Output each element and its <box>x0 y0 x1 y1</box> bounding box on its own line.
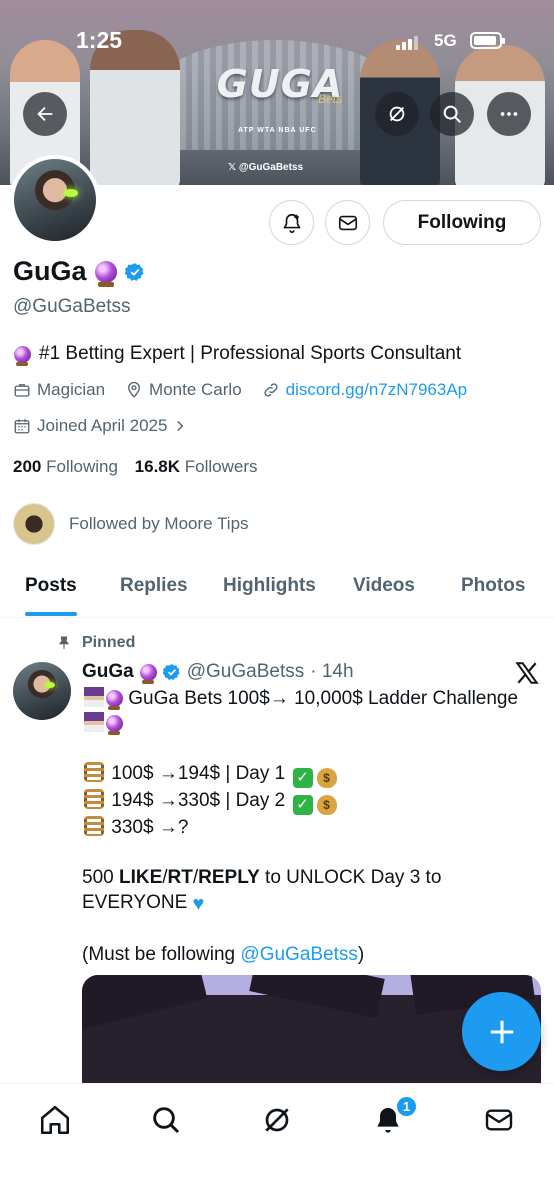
blue-heart-icon: ♥ <box>192 893 205 915</box>
nav-home[interactable] <box>37 1102 73 1138</box>
notifications-badge: 1 <box>395 1095 418 1118</box>
crystal-ball-icon <box>106 715 123 736</box>
nav-search[interactable] <box>148 1102 184 1138</box>
crystal-ball-icon <box>14 345 31 366</box>
crystal-ball-icon <box>139 663 157 684</box>
follow-counts: 200 Following 16.8K Followers <box>13 457 258 477</box>
followed-by-row[interactable]: Followed by Moore Tips <box>13 503 249 545</box>
compose-button[interactable] <box>462 992 541 1071</box>
profile-link[interactable]: discord.gg/n7zN7963Ap <box>286 380 467 400</box>
chevron-right-icon <box>177 420 184 432</box>
tweet-step-2: 194$ →330$ | Day 2 ✓ $ <box>82 788 522 815</box>
back-button[interactable] <box>23 92 67 136</box>
following-button[interactable]: Following <box>383 200 541 245</box>
banner-logo-sub: Bets <box>318 92 343 106</box>
money-bag-emoji-icon: $ <box>316 795 337 815</box>
pin-icon <box>58 636 70 649</box>
grok-icon <box>265 1108 289 1132</box>
pinned-text: Pinned <box>82 634 136 651</box>
grok-button[interactable] <box>375 92 419 136</box>
nav-messages[interactable] <box>481 1102 517 1138</box>
crystal-ball-icon <box>106 690 123 711</box>
grok-icon <box>389 106 405 122</box>
search-icon <box>153 1107 180 1134</box>
ladder-emoji-icon <box>84 789 104 809</box>
tweet-avatar[interactable] <box>13 662 71 720</box>
tweet-line-1: GuGa Bets 100$→ 10,000$ Ladder Challenge <box>82 686 522 736</box>
profile-category: Magician <box>37 380 106 399</box>
tweet-body: GuGa Bets 100$→ 10,000$ Ladder Challenge… <box>82 686 522 967</box>
signal-icon <box>396 36 418 50</box>
pinned-label-row: Pinned <box>56 634 135 652</box>
tweet-mention-link[interactable]: @GuGaBetss <box>240 944 358 965</box>
bottom-navigation <box>0 1083 554 1200</box>
nav-grok[interactable] <box>259 1102 295 1138</box>
battery-icon <box>470 32 505 49</box>
profile-meta: Magician Monte Carlo discord.gg/n7zN7963… <box>13 380 467 400</box>
avatar-eye-glow <box>45 682 55 688</box>
profile-bio: #1 Betting Expert | Professional Sports … <box>14 343 462 366</box>
home-icon <box>40 1105 70 1135</box>
plus-icon <box>490 1020 513 1043</box>
profile-joined[interactable]: Joined April 2025 <box>13 416 187 436</box>
check-emoji-icon: ✓ <box>292 768 313 788</box>
more-dots-icon <box>500 112 518 116</box>
tab-videos[interactable]: Videos <box>353 560 415 612</box>
network-label: 5G <box>434 31 457 50</box>
profile-name: GuGa <box>13 256 87 286</box>
tweet-header: GuGa @GuGaBetss · 14h <box>82 661 354 684</box>
link-icon <box>264 383 278 397</box>
profile-tabs: Posts Replies Highlights Videos Photos <box>0 560 554 618</box>
location-pin-icon <box>128 381 140 398</box>
tweet-time[interactable]: · 14h <box>310 661 353 683</box>
crystal-ball-icon <box>94 260 117 287</box>
tab-photos[interactable]: Photos <box>461 560 525 612</box>
tab-highlights[interactable]: Highlights <box>223 560 316 612</box>
check-emoji-icon: ✓ <box>292 795 313 815</box>
wizard-emoji-icon <box>84 712 104 732</box>
status-time: 1:25 <box>76 27 123 53</box>
verified-badge-icon[interactable] <box>124 262 145 282</box>
search-button[interactable] <box>430 92 474 136</box>
search-icon <box>443 105 461 123</box>
tab-replies[interactable]: Replies <box>120 560 188 612</box>
tweet-step-3: 330$ →? <box>82 815 522 840</box>
notifications-subscribe-button[interactable] <box>269 200 314 245</box>
envelope-icon <box>338 215 357 230</box>
avatar-eye-glow <box>64 189 78 197</box>
profile-name-row: GuGa <box>13 256 145 287</box>
tweet-note: (Must be following @GuGaBetss) <box>82 944 365 965</box>
verified-badge-icon <box>162 664 180 680</box>
profile-handle: @GuGaBetss <box>13 296 131 317</box>
profile-avatar[interactable] <box>10 155 100 245</box>
briefcase-icon <box>14 384 30 397</box>
followed-by-text: Followed by Moore Tips <box>69 514 249 533</box>
more-button[interactable] <box>487 92 531 136</box>
ladder-emoji-icon <box>84 762 104 782</box>
money-bag-emoji-icon: $ <box>316 768 337 788</box>
profile-location: Monte Carlo <box>149 380 242 399</box>
tweet-step-1: 100$ →194$ | Day 1 ✓ $ <box>82 761 522 788</box>
wizard-emoji-icon <box>84 687 104 707</box>
bell-plus-icon <box>282 213 301 233</box>
banner-handle: 𝕏 @GuGaBetss <box>228 162 304 173</box>
bio-text: #1 Betting Expert | Professional Sports … <box>39 343 462 364</box>
arrow-left-icon <box>37 106 53 122</box>
followers-count-link[interactable]: 16.8K Followers <box>135 457 258 476</box>
banner-sponsors: ATP WTA NBA UFC <box>238 127 317 134</box>
tweet-cta: 500 LIKE/RT/REPLY to UNLOCK Day 3 to EVE… <box>82 867 442 915</box>
message-button[interactable] <box>325 200 370 245</box>
following-count-link[interactable]: 200 Following <box>13 457 118 476</box>
tweet-author-name[interactable]: GuGa <box>82 661 134 683</box>
follower-avatar <box>13 503 55 545</box>
envelope-icon <box>485 1109 513 1131</box>
tab-posts[interactable]: Posts <box>25 560 77 616</box>
ladder-emoji-icon <box>84 816 104 836</box>
x-logo-icon[interactable] <box>514 660 540 686</box>
joined-text: Joined April 2025 <box>37 416 168 435</box>
tweet-author-handle[interactable]: @GuGaBetss <box>187 661 305 683</box>
calendar-icon <box>14 419 30 434</box>
